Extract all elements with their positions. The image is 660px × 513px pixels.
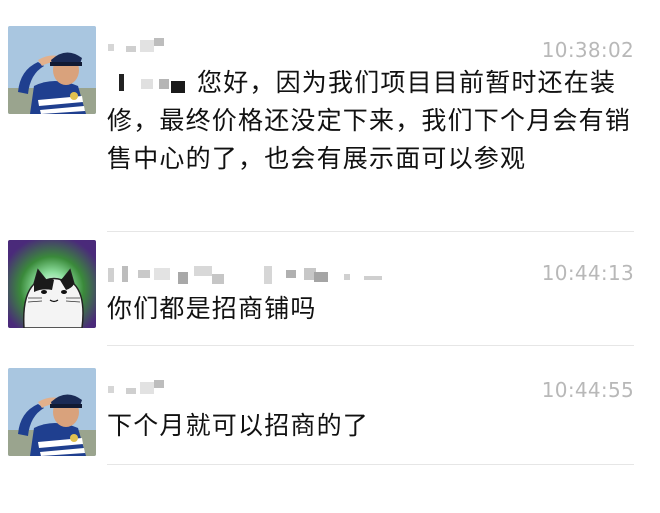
officer-avatar-image: [8, 368, 96, 456]
redacted-name-mask: [119, 74, 185, 93]
officer-avatar-image: [8, 26, 96, 114]
message-divider: [107, 464, 634, 465]
chat-message: 10:44:13 你们都是招商铺吗: [0, 232, 660, 346]
message-text[interactable]: 您好，因为我们项目目前暂时还在装修，最终价格还没定下来，我们下个月会有销售中心的…: [107, 64, 632, 178]
message-text[interactable]: 下个月就可以招商的了: [107, 407, 632, 445]
sender-name-redacted: [108, 378, 178, 402]
chat-message: 10:38:02 您好，因为我们项目目前暂时还在装修，最终价格还没定下来，我们下…: [0, 0, 660, 232]
message-timestamp: 10:44:13: [541, 261, 634, 285]
sender-name-redacted: [108, 264, 398, 288]
chat-message: 10:44:55 下个月就可以招商的了: [0, 346, 660, 466]
cat-avatar-image: [8, 240, 96, 328]
sender-avatar[interactable]: [8, 26, 96, 114]
sender-avatar[interactable]: [8, 368, 96, 456]
message-text[interactable]: 你们都是招商铺吗: [107, 290, 632, 328]
message-timestamp: 10:44:55: [541, 378, 634, 402]
sender-avatar[interactable]: [8, 240, 96, 328]
message-timestamp: 10:38:02: [541, 38, 634, 62]
sender-name-redacted: [108, 36, 178, 60]
